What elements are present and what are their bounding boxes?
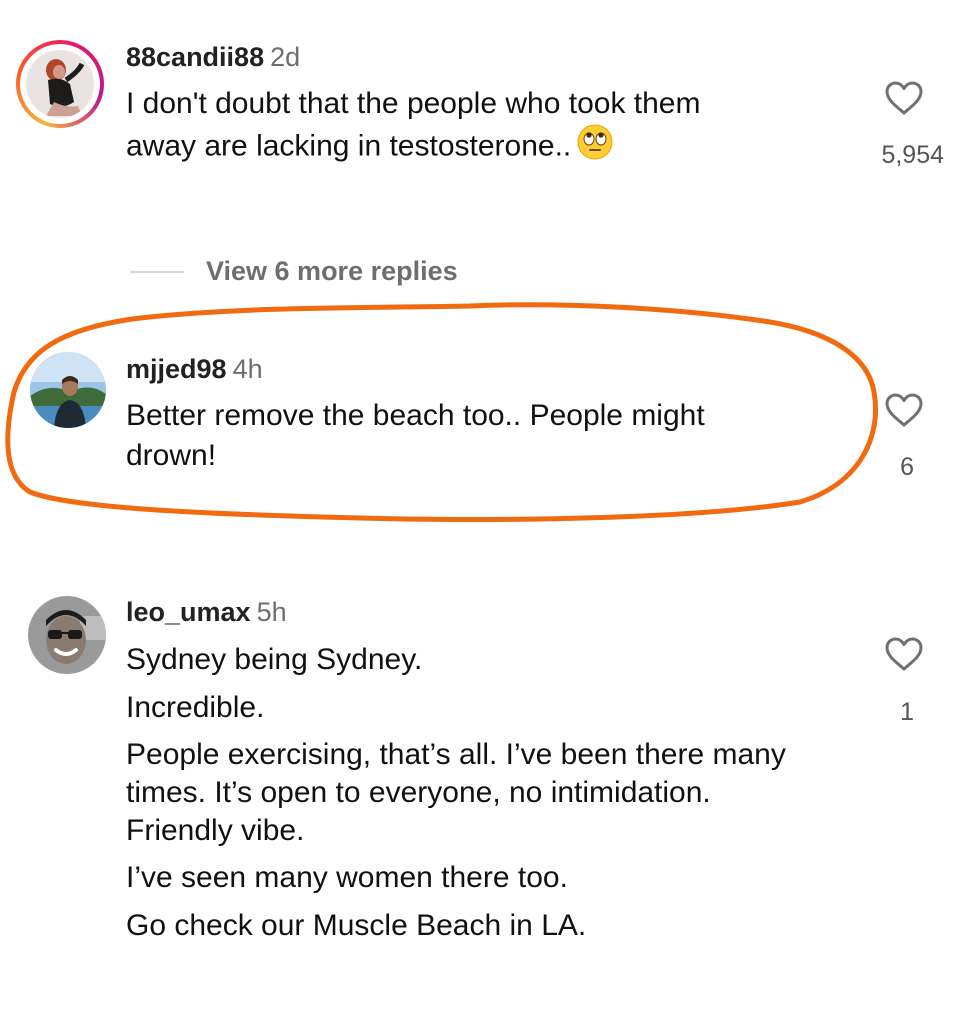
comment-line: I don't doubt that the people who took t… [126,87,701,120]
comment-paragraph: Go check our Muscle Beach in LA. [126,909,587,942]
comment-body: Better remove the beach too.. People mig… [126,396,846,476]
comment-paragraph: I’ve seen many women there too. [126,861,568,894]
comment-line: Better remove the beach too.. People mig… [126,399,705,432]
comment-username[interactable]: leo_umax 5h [126,597,287,628]
comment-paragraph: Sydney being Sydney. [126,643,423,676]
avatar[interactable] [30,352,106,428]
comment-username[interactable]: mjjed98 4h [126,354,263,385]
view-more-replies-button[interactable]: View 6 more replies [206,256,458,287]
comment-line: drown! [126,439,217,472]
like-count: 6 [900,453,914,481]
like-count: 5,954 [881,141,944,169]
comment-timestamp: 2d [270,42,301,72]
comment-timestamp: 4h [232,354,263,384]
comment-body: I don't doubt that the people who took t… [126,84,846,171]
replies-divider [130,271,184,273]
heart-outline-icon[interactable] [884,636,924,672]
comment-line: away are lacking in testosterone.. [126,129,572,163]
comment-paragraph: People exercising, that’s all. I’ve been… [126,738,786,847]
avatar[interactable] [26,50,94,118]
heart-outline-icon[interactable] [884,392,924,428]
avatar[interactable] [28,596,106,674]
comment-username[interactable]: 88candii88 2d [126,42,300,73]
comment-timestamp: 5h [256,597,287,627]
like-count: 1 [900,698,914,726]
face-with-rolling-eyes-emoji [577,124,613,171]
comment-paragraph: Incredible. [126,691,265,724]
comment-body: Sydney being Sydney. Incredible. People … [126,640,826,946]
heart-outline-icon[interactable] [884,80,924,116]
